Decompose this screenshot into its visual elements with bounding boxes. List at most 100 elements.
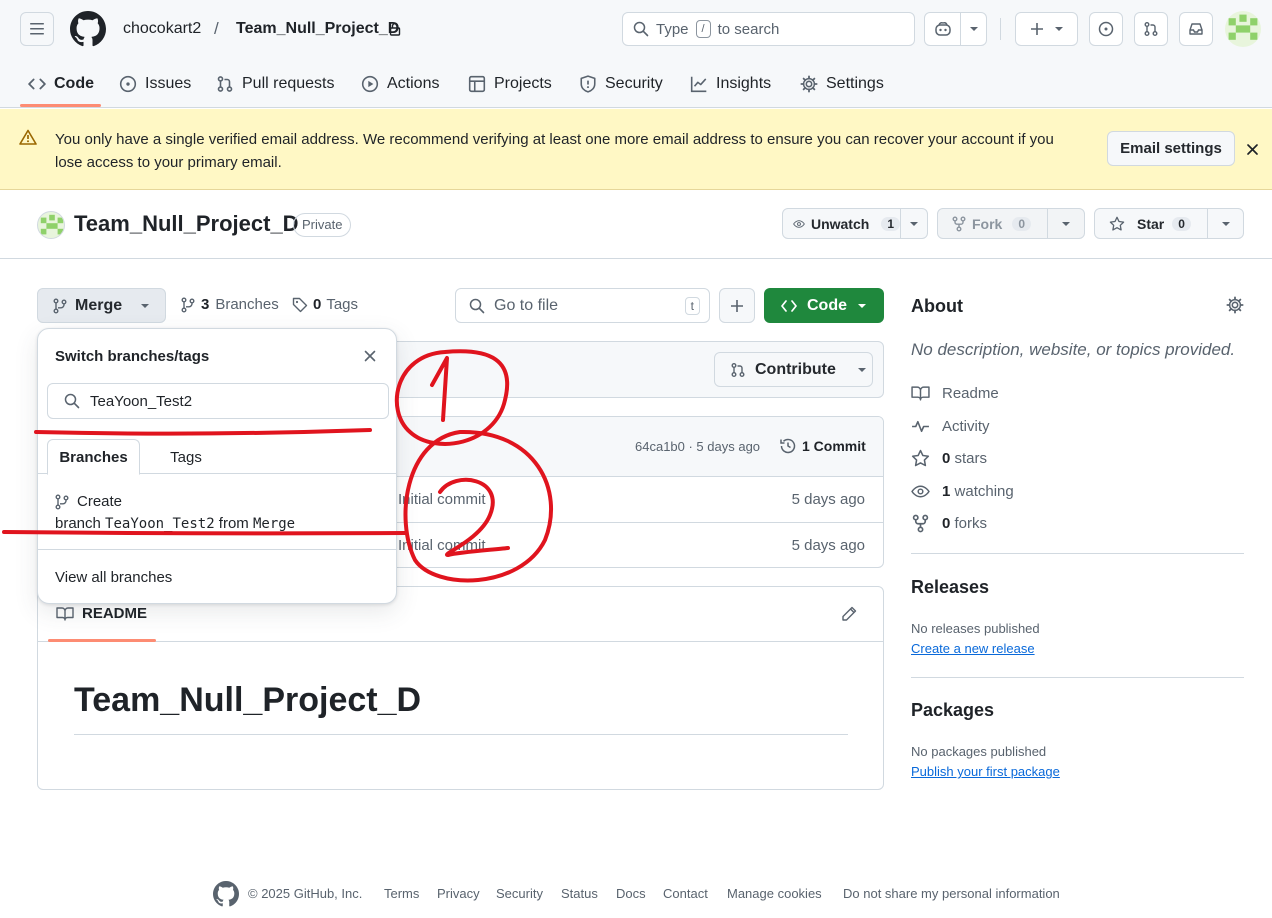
header-divider bbox=[1000, 18, 1001, 40]
star-icon bbox=[911, 449, 930, 467]
create-branch-name: TeaYoon_Test2 bbox=[105, 516, 215, 532]
branches-link[interactable]: 3 Branches bbox=[181, 296, 279, 313]
tab-branches[interactable]: Branches bbox=[47, 439, 140, 475]
packages-title[interactable]: Packages bbox=[911, 700, 994, 721]
code-button-label: Code bbox=[807, 296, 847, 314]
repo-title[interactable]: Team_Null_Project_D bbox=[74, 211, 299, 237]
shield-icon bbox=[580, 75, 596, 93]
chevron-down-icon bbox=[910, 221, 918, 226]
chevron-down-icon bbox=[858, 303, 866, 308]
branch-select-button[interactable]: Merge bbox=[37, 288, 166, 323]
tags-label: Tags bbox=[326, 296, 359, 313]
issues-shortcut-button[interactable] bbox=[1089, 12, 1123, 46]
github-logo-icon[interactable] bbox=[213, 881, 239, 907]
search-type-text: Type bbox=[656, 20, 689, 38]
tab-insights[interactable]: Insights bbox=[690, 66, 771, 102]
tab-tags[interactable]: Tags bbox=[146, 439, 226, 475]
unwatch-button[interactable]: Unwatch 1 bbox=[782, 208, 928, 239]
search-icon bbox=[469, 298, 485, 313]
tab-pull-requests-label: Pull requests bbox=[242, 75, 335, 92]
inbox-icon bbox=[1189, 23, 1203, 35]
readme-tab-label: README bbox=[82, 605, 148, 622]
search-input[interactable]: Type / to search bbox=[622, 12, 915, 46]
copilot-button-group[interactable] bbox=[924, 12, 987, 46]
file-commit-message[interactable]: Initial commit bbox=[398, 537, 486, 554]
readme-tab[interactable]: README bbox=[56, 605, 147, 622]
tab-pull-requests[interactable]: Pull requests bbox=[216, 66, 335, 102]
branch-filter-input[interactable]: TeaYoon_Test2 bbox=[47, 383, 389, 419]
close-icon[interactable] bbox=[1246, 143, 1259, 156]
create-branch-from: from bbox=[218, 515, 249, 532]
create-release-link[interactable]: Create a new release bbox=[911, 641, 1035, 656]
inbox-button[interactable] bbox=[1179, 12, 1213, 46]
close-icon[interactable] bbox=[364, 350, 376, 362]
branch-filter-value: TeaYoon_Test2 bbox=[90, 392, 193, 410]
footer-link-security[interactable]: Security bbox=[496, 886, 543, 901]
lock-icon bbox=[389, 22, 401, 36]
menu-button[interactable] bbox=[20, 12, 54, 46]
tab-security[interactable]: Security bbox=[579, 66, 663, 102]
watching-label: watching bbox=[954, 483, 1014, 500]
tab-actions[interactable]: Actions bbox=[361, 66, 439, 102]
fork-button[interactable]: Fork 0 bbox=[937, 208, 1085, 239]
visibility-badge: Private bbox=[293, 213, 352, 237]
github-logo-icon[interactable] bbox=[70, 11, 106, 47]
code-icon bbox=[781, 299, 797, 312]
footer-link-status[interactable]: Status bbox=[561, 886, 598, 901]
forks-count: 0 bbox=[942, 515, 951, 532]
footer-link-privacy[interactable]: Privacy bbox=[437, 886, 480, 901]
book-icon bbox=[911, 386, 930, 401]
view-all-branches-link[interactable]: View all branches bbox=[55, 569, 172, 586]
breadcrumb-separator: / bbox=[214, 19, 219, 38]
gear-icon[interactable] bbox=[1226, 296, 1244, 314]
activity-link-label: Activity bbox=[942, 418, 990, 435]
footer-link-contact[interactable]: Contact bbox=[663, 886, 708, 901]
publish-package-link[interactable]: Publish your first package bbox=[911, 764, 1060, 779]
commits-link[interactable]: 1 Commit bbox=[779, 437, 866, 455]
banner-message: You only have a single verified email ad… bbox=[55, 128, 1100, 174]
create-branch-prefix: branch bbox=[55, 515, 101, 532]
footer-link-docs[interactable]: Docs bbox=[616, 886, 646, 901]
tab-issues-label: Issues bbox=[145, 75, 192, 92]
create-branch-line1: Create bbox=[77, 493, 123, 510]
create-branch-item[interactable]: Create branch TeaYoon_Test2 from Merge bbox=[55, 491, 375, 535]
footer-link-do-not-share[interactable]: Do not share my personal information bbox=[843, 886, 1060, 901]
contribute-label: Contribute bbox=[755, 360, 836, 378]
contribute-button[interactable]: Contribute bbox=[714, 352, 873, 387]
pulls-shortcut-button[interactable] bbox=[1134, 12, 1168, 46]
file-commit-message[interactable]: Initial commit bbox=[398, 491, 486, 508]
footer-link-manage-cookies[interactable]: Manage cookies bbox=[727, 886, 822, 901]
chevron-down-icon bbox=[1054, 27, 1063, 31]
email-settings-button[interactable]: Email settings bbox=[1107, 131, 1235, 166]
activity-link[interactable]: Activity bbox=[911, 417, 990, 436]
pencil-icon[interactable] bbox=[841, 606, 857, 622]
add-file-button[interactable] bbox=[719, 288, 755, 323]
tab-projects[interactable]: Projects bbox=[468, 66, 552, 102]
releases-title[interactable]: Releases bbox=[911, 577, 989, 598]
tab-issues[interactable]: Issues bbox=[119, 66, 191, 102]
tags-link[interactable]: 0 Tags bbox=[292, 296, 358, 313]
watching-link[interactable]: 1 watching bbox=[911, 482, 1014, 501]
create-new-button[interactable] bbox=[1015, 12, 1078, 46]
tab-code[interactable]: Code bbox=[28, 66, 94, 102]
tag-icon bbox=[292, 297, 308, 312]
user-avatar[interactable] bbox=[1225, 11, 1261, 47]
tab-settings[interactable]: Settings bbox=[800, 66, 884, 102]
readme-link[interactable]: Readme bbox=[911, 384, 999, 403]
star-button[interactable]: Star 0 bbox=[1094, 208, 1244, 239]
gear-icon bbox=[800, 75, 818, 93]
play-icon bbox=[361, 75, 379, 93]
commit-hash-time[interactable]: 64ca1b0 · 5 days ago bbox=[635, 439, 760, 454]
footer-link-terms[interactable]: Terms bbox=[384, 886, 419, 901]
code-button[interactable]: Code bbox=[764, 288, 884, 323]
forks-link[interactable]: 0 forks bbox=[911, 514, 987, 533]
go-to-file-input[interactable]: Go to file t bbox=[455, 288, 710, 323]
email-settings-label: Email settings bbox=[1120, 140, 1222, 157]
breadcrumb-owner[interactable]: chocokart2 bbox=[123, 20, 201, 38]
readme-heading: Team_Null_Project_D bbox=[74, 681, 422, 719]
tab-code-label: Code bbox=[54, 75, 94, 92]
stars-link[interactable]: 0 stars bbox=[911, 449, 987, 468]
breadcrumb-repo[interactable]: Team_Null_Project_D bbox=[236, 20, 399, 38]
repo-forked-icon bbox=[912, 514, 929, 533]
tags-count: 0 bbox=[313, 296, 322, 313]
